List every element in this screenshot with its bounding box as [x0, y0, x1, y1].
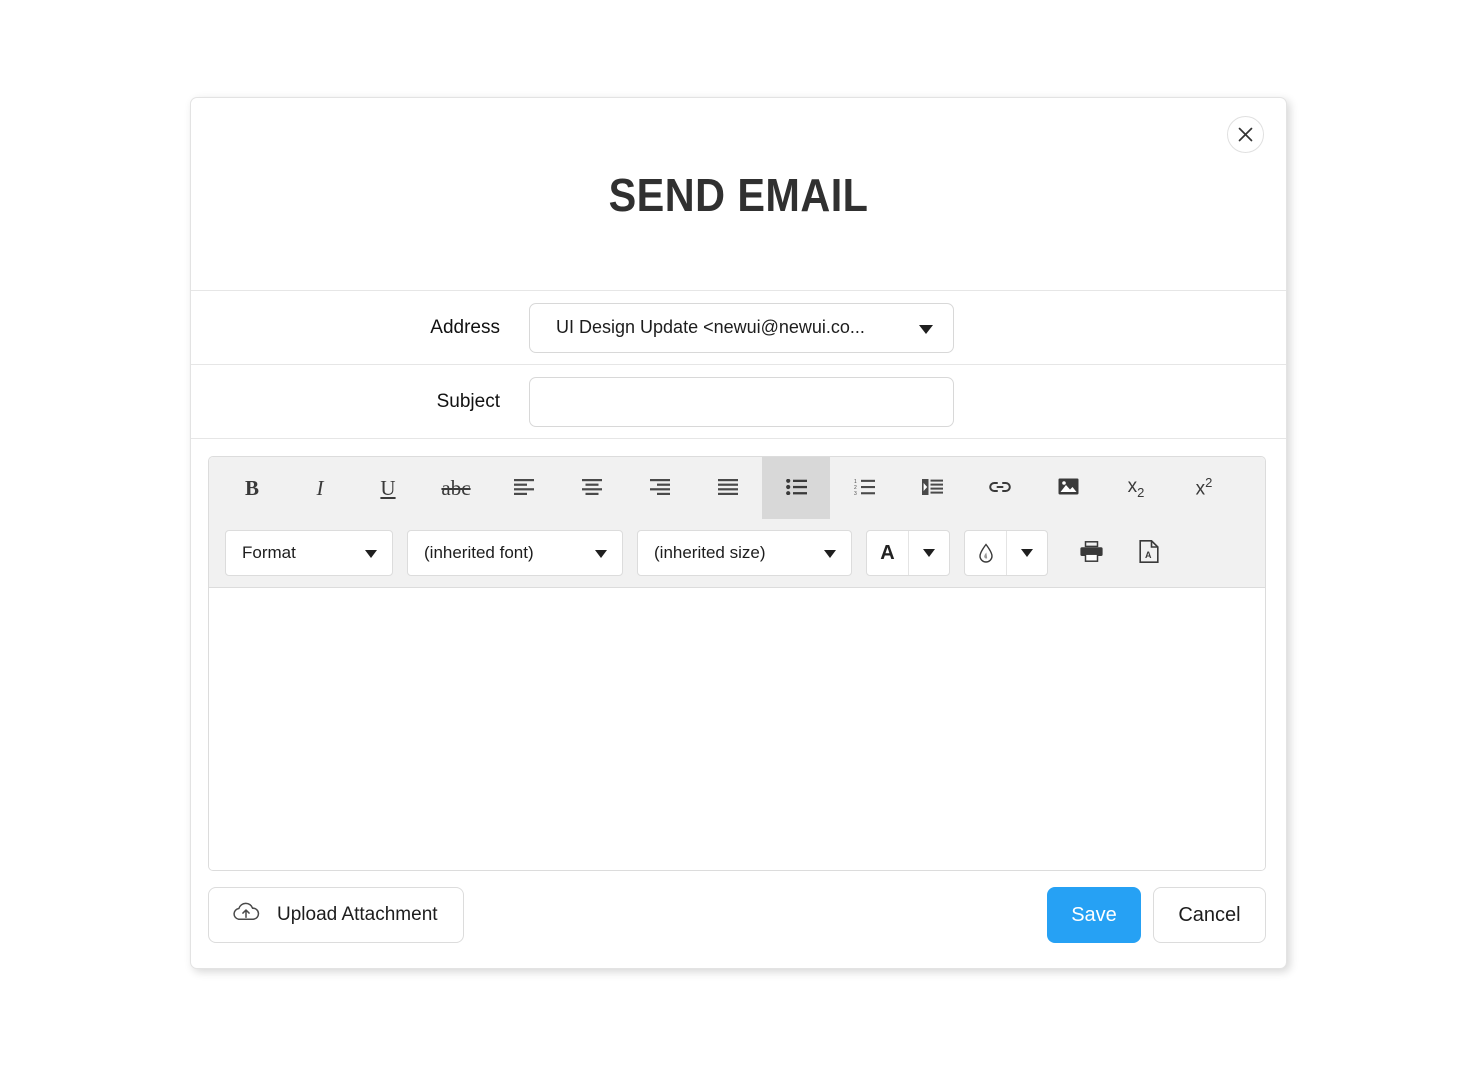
font-dropdown-label: (inherited font): [424, 543, 534, 562]
upload-attachment-button[interactable]: Upload Attachment: [208, 887, 464, 943]
format-dropdown-label: Format: [242, 543, 296, 562]
cancel-button[interactable]: Cancel: [1153, 887, 1266, 943]
subscript-button[interactable]: x2: [1102, 457, 1170, 519]
toolbar-row-styles: Format (inherited font) (inherited size): [209, 519, 1265, 587]
align-justify-icon: [718, 478, 738, 498]
align-center-button[interactable]: [558, 457, 626, 519]
size-dropdown[interactable]: (inherited size): [637, 530, 852, 576]
subject-control: [529, 376, 1286, 427]
chevron-down-icon: [1021, 549, 1033, 557]
editor-toolbar: B I U abc 1 2 3 x2 x2 Format (inherited …: [209, 457, 1265, 588]
underline-button[interactable]: U: [354, 457, 422, 519]
text-color-icon[interactable]: A: [867, 531, 909, 575]
subject-label: Subject: [436, 390, 500, 412]
editor-section: B I U abc 1 2 3 x2 x2 Format (inherited …: [191, 439, 1286, 871]
chevron-down-icon: [919, 324, 933, 334]
save-button[interactable]: Save: [1047, 887, 1141, 943]
link-button[interactable]: [966, 457, 1034, 519]
background-color-dropdown[interactable]: [964, 530, 1048, 576]
superscript-icon: x2: [1195, 475, 1213, 500]
align-right-button[interactable]: [626, 457, 694, 519]
align-left-button[interactable]: [490, 457, 558, 519]
send-email-dialog: SEND EMAIL Address UI Design Update <new…: [190, 97, 1287, 969]
chevron-down-icon: [824, 550, 836, 558]
address-select[interactable]: UI Design Update <newui@newui.co...: [529, 302, 954, 353]
svg-text:A: A: [1145, 550, 1152, 560]
bold-button[interactable]: B: [218, 457, 286, 519]
align-center-icon: [582, 478, 602, 498]
text-color-caret-button[interactable]: [909, 531, 949, 575]
editor-content-area[interactable]: [209, 588, 1265, 870]
text-color-dropdown[interactable]: A: [866, 530, 950, 576]
pdf-button[interactable]: A: [1120, 530, 1178, 576]
bullet-list-button[interactable]: [762, 457, 830, 519]
image-icon: [1058, 478, 1079, 498]
italic-icon: I: [316, 475, 324, 500]
numbered-list-button[interactable]: 1 2 3: [830, 457, 898, 519]
chevron-down-icon: [923, 549, 935, 557]
address-control: UI Design Update <newui@newui.co...: [529, 302, 1286, 353]
dialog-title: SEND EMAIL: [608, 169, 869, 221]
strikethrough-button[interactable]: abc: [422, 457, 490, 519]
indent-icon: [921, 478, 943, 498]
bullet-list-icon: [785, 478, 807, 498]
indent-button[interactable]: [898, 457, 966, 519]
strikethrough-icon: abc: [441, 475, 471, 500]
close-button[interactable]: [1227, 116, 1264, 153]
chevron-down-icon: [365, 550, 377, 558]
pdf-file-icon: A: [1139, 540, 1159, 566]
size-dropdown-label: (inherited size): [654, 543, 766, 562]
address-row: Address UI Design Update <newui@newui.co…: [191, 291, 1286, 365]
subscript-icon: x2: [1127, 476, 1145, 500]
align-left-icon: [514, 478, 534, 498]
address-label: Address: [430, 316, 500, 338]
numbered-list-icon: 1 2 3: [854, 479, 875, 498]
background-color-caret-button[interactable]: [1007, 531, 1047, 575]
svg-text:1: 1: [854, 479, 857, 485]
dialog-header: SEND EMAIL: [191, 98, 1286, 291]
address-select-value: UI Design Update <newui@newui.co...: [556, 317, 865, 337]
printer-icon: [1079, 541, 1103, 565]
droplet-icon[interactable]: [965, 531, 1007, 575]
bold-icon: B: [244, 475, 259, 500]
rich-text-editor: B I U abc 1 2 3 x2 x2 Format (inherited …: [208, 456, 1266, 871]
dialog-footer: Upload Attachment Save Cancel: [191, 871, 1286, 943]
format-dropdown[interactable]: Format: [225, 530, 393, 576]
page-root: SEND EMAIL Address UI Design Update <new…: [0, 0, 1480, 1081]
upload-attachment-label: Upload Attachment: [277, 904, 438, 925]
font-dropdown[interactable]: (inherited font): [407, 530, 623, 576]
italic-button[interactable]: I: [286, 457, 354, 519]
align-right-icon: [650, 478, 670, 498]
link-icon: [989, 480, 1011, 497]
subject-row: Subject: [191, 365, 1286, 439]
superscript-button[interactable]: x2: [1170, 457, 1238, 519]
subject-input[interactable]: [529, 376, 954, 427]
toolbar-row-formatting: B I U abc 1 2 3 x2 x2: [209, 457, 1265, 519]
image-button[interactable]: [1034, 457, 1102, 519]
close-icon: [1237, 126, 1254, 143]
underline-icon: U: [380, 475, 396, 500]
chevron-down-icon: [595, 550, 607, 558]
cloud-upload-icon: [231, 901, 261, 929]
print-button[interactable]: [1062, 530, 1120, 576]
align-justify-button[interactable]: [694, 457, 762, 519]
svg-text:3: 3: [854, 491, 857, 495]
